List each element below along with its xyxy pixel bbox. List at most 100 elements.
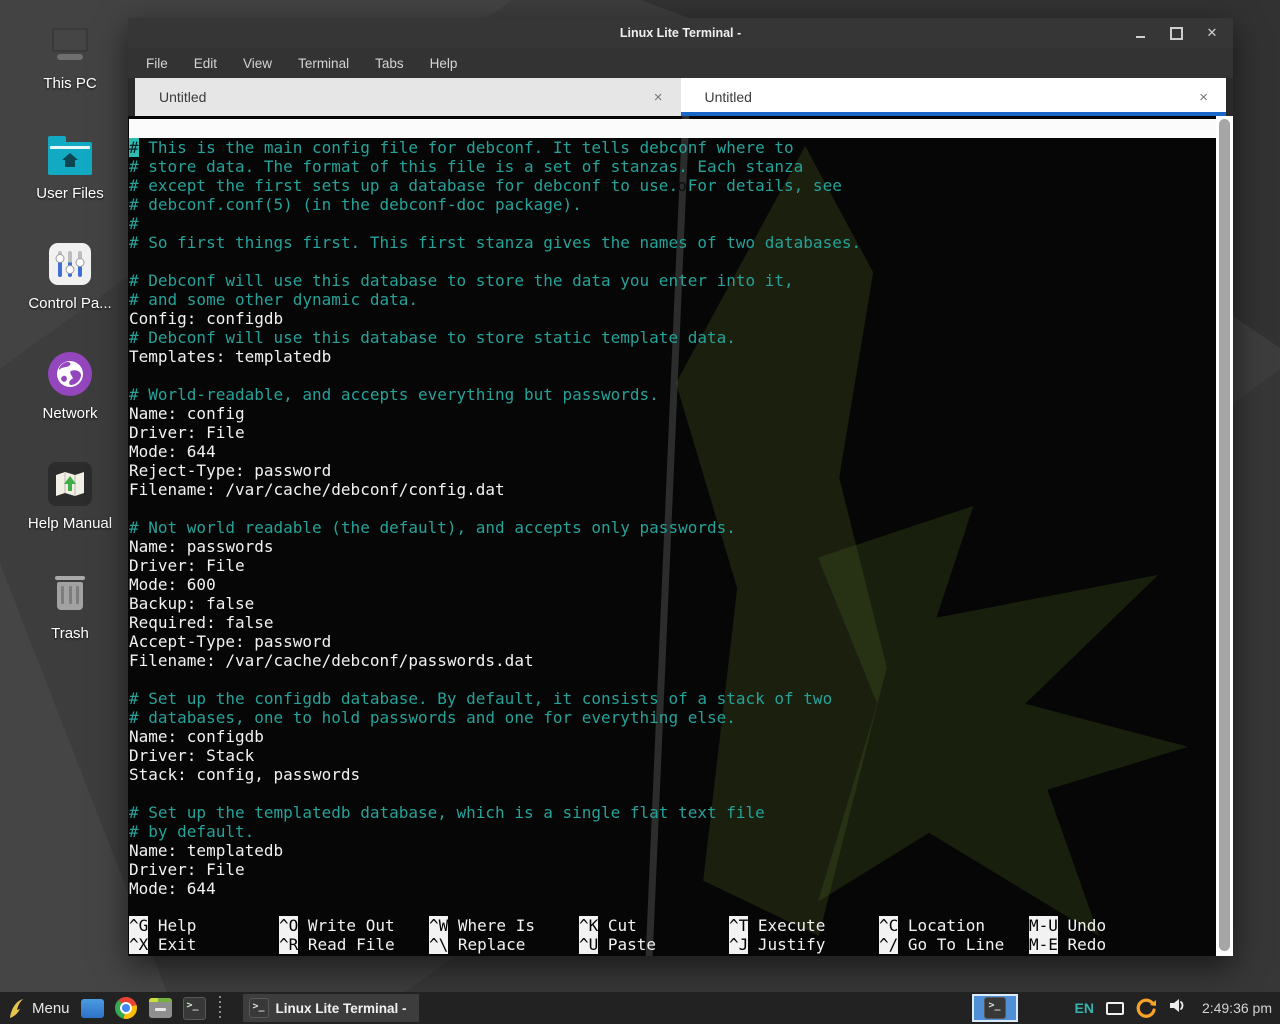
nano-shortcut: ^O Write Out xyxy=(279,916,395,935)
keyboard-layout-indicator[interactable]: EN xyxy=(1074,1000,1093,1016)
editor-line: # except the first sets up a database fo… xyxy=(129,176,1216,195)
tray-terminal-button[interactable]: >_ xyxy=(972,994,1018,1022)
menu-edit[interactable]: Edit xyxy=(194,56,217,71)
minimize-button[interactable] xyxy=(1133,26,1147,40)
editor-line: Driver: File xyxy=(129,556,1216,575)
desktop-icon-label: Help Manual xyxy=(28,515,112,532)
scrollbar-track[interactable] xyxy=(1216,116,1233,956)
desktop-icon-network[interactable]: Network xyxy=(0,350,140,460)
scrollbar-thumb[interactable] xyxy=(1219,119,1230,951)
editor-line xyxy=(129,366,1216,385)
editor-line: # debconf.conf(5) (in the debconf-doc pa… xyxy=(129,195,1216,214)
shortcut-key: ^X xyxy=(129,935,148,954)
nano-shortcut: M-E Redo xyxy=(1029,935,1106,954)
maximize-button[interactable] xyxy=(1169,26,1183,40)
panel-handle[interactable] xyxy=(219,996,226,1020)
shortcut-key: ^C xyxy=(879,916,898,935)
editor-line: # Debconf will use this database to stor… xyxy=(129,328,1216,347)
menu-view[interactable]: View xyxy=(243,56,272,71)
editor-line: Driver: File xyxy=(129,860,1216,879)
nano-shortcut: ^/ Go To Line xyxy=(879,935,1004,954)
tab-untitled-2[interactable]: Untitled × xyxy=(681,78,1227,116)
nano-shortcut: ^K Cut xyxy=(579,916,656,935)
editor-line xyxy=(129,670,1216,689)
tab-bar: Untitled × Untitled × xyxy=(128,78,1233,116)
close-button[interactable]: ✕ xyxy=(1205,26,1219,40)
terminal-window: Linux Lite Terminal - ✕ File Edit View T… xyxy=(128,18,1233,956)
taskbar: Menu >_ >_ Linux Lite Terminal - >_ EN xyxy=(0,992,1280,1024)
tab-close-icon[interactable]: × xyxy=(1199,90,1208,105)
editor-line: Driver: File xyxy=(129,423,1216,442)
editor-line: # databases, one to hold passwords and o… xyxy=(129,708,1216,727)
desktop-icon-trash[interactable]: Trash xyxy=(0,570,140,680)
display-tray-icon[interactable] xyxy=(1106,1002,1124,1015)
editor-line xyxy=(129,499,1216,518)
nano-shortcut: ^R Read File xyxy=(279,935,395,954)
editor-line: # Set up the templatedb database, which … xyxy=(129,803,1216,822)
nano-shortcut: ^C Location xyxy=(879,916,1004,935)
nano-shortcut-column: ^T Execute^J Justify xyxy=(729,916,825,954)
menu-file[interactable]: File xyxy=(146,56,168,71)
tab-close-icon[interactable]: × xyxy=(654,90,663,105)
desktop-icon-label: User Files xyxy=(36,185,104,202)
editor-line: # store data. The format of this file is… xyxy=(129,157,1216,176)
terminal-screen[interactable]: GNU nano 7.2 /etc/debconf.conf # This is… xyxy=(128,116,1233,956)
linux-lite-logo-icon xyxy=(8,998,25,1019)
editor-line: Accept-Type: password xyxy=(129,632,1216,651)
nano-shortcut-column: ^C Location^/ Go To Line xyxy=(879,916,1004,954)
sliders-icon xyxy=(46,240,94,288)
editor-line: Name: configdb xyxy=(129,727,1216,746)
desktop-icon-label: Control Pa... xyxy=(28,295,111,312)
nano-shortcut-column: ^G Help^X Exit xyxy=(129,916,196,954)
editor-line: # World-readable, and accepts everything… xyxy=(129,385,1216,404)
editor-line: Mode: 644 xyxy=(129,879,1216,898)
file-cabinet-icon xyxy=(149,998,172,1018)
editor-line: Name: templatedb xyxy=(129,841,1216,860)
taskbar-window-button[interactable]: >_ Linux Lite Terminal - xyxy=(243,994,419,1022)
desktop-icon-user-files[interactable]: User Files xyxy=(0,130,140,240)
shortcut-key: ^W xyxy=(429,916,448,935)
file-manager-launcher[interactable] xyxy=(149,997,172,1020)
shortcut-key: ^J xyxy=(729,935,748,954)
desktop: This PC User Files Control Pa... xyxy=(0,0,1280,1024)
desktop-icon-control-panel[interactable]: Control Pa... xyxy=(0,240,140,350)
window-titlebar[interactable]: Linux Lite Terminal - ✕ xyxy=(128,18,1233,48)
tab-label: Untitled xyxy=(705,89,752,105)
show-desktop-button[interactable] xyxy=(81,997,104,1020)
editor-line: # and some other dynamic data. xyxy=(129,290,1216,309)
menu-terminal[interactable]: Terminal xyxy=(298,56,349,71)
shortcut-key: ^R xyxy=(279,935,298,954)
nano-shortcut: ^G Help xyxy=(129,916,196,935)
taskbar-clock[interactable]: 2:49:36 pm xyxy=(1202,1000,1272,1016)
editor-line: # Set up the configdb database. By defau… xyxy=(129,689,1216,708)
editor-line: Config: configdb xyxy=(129,309,1216,328)
shortcut-key: ^O xyxy=(279,916,298,935)
editor-line: # Debconf will use this database to stor… xyxy=(129,271,1216,290)
nano-shortcut: ^W Where Is xyxy=(429,916,535,935)
editor-line: # Not world readable (the default), and … xyxy=(129,518,1216,537)
volume-icon[interactable] xyxy=(1169,997,1188,1019)
menu-tabs[interactable]: Tabs xyxy=(375,56,404,71)
editor-line: # This is the main config file for debco… xyxy=(129,138,1216,157)
desktop-icon-help-manual[interactable]: Help Manual xyxy=(0,460,140,570)
trash-icon xyxy=(46,570,94,618)
editor-line: Required: false xyxy=(129,613,1216,632)
window-title: Linux Lite Terminal - xyxy=(620,26,741,40)
nano-shortcut: ^X Exit xyxy=(129,935,196,954)
start-menu-button[interactable]: Menu xyxy=(8,998,70,1019)
desktop-icon-label: Trash xyxy=(51,625,89,642)
chrome-launcher[interactable] xyxy=(115,997,138,1020)
menubar: File Edit View Terminal Tabs Help xyxy=(128,48,1233,78)
menu-help[interactable]: Help xyxy=(430,56,458,71)
desktop-icon-this-pc[interactable]: This PC xyxy=(0,20,140,130)
nano-title-bar: GNU nano 7.2 /etc/debconf.conf xyxy=(129,119,1216,138)
terminal-launcher[interactable]: >_ xyxy=(183,997,206,1020)
desktop-icon-column: This PC User Files Control Pa... xyxy=(0,20,140,680)
terminal-icon: >_ xyxy=(984,997,1006,1019)
nano-shortcut: ^T Execute xyxy=(729,916,825,935)
editor-line: Backup: false xyxy=(129,594,1216,613)
chrome-icon xyxy=(115,997,137,1019)
editor-line: Templates: templatedb xyxy=(129,347,1216,366)
tab-untitled-1[interactable]: Untitled × xyxy=(135,78,681,116)
update-manager-icon[interactable] xyxy=(1136,998,1157,1019)
